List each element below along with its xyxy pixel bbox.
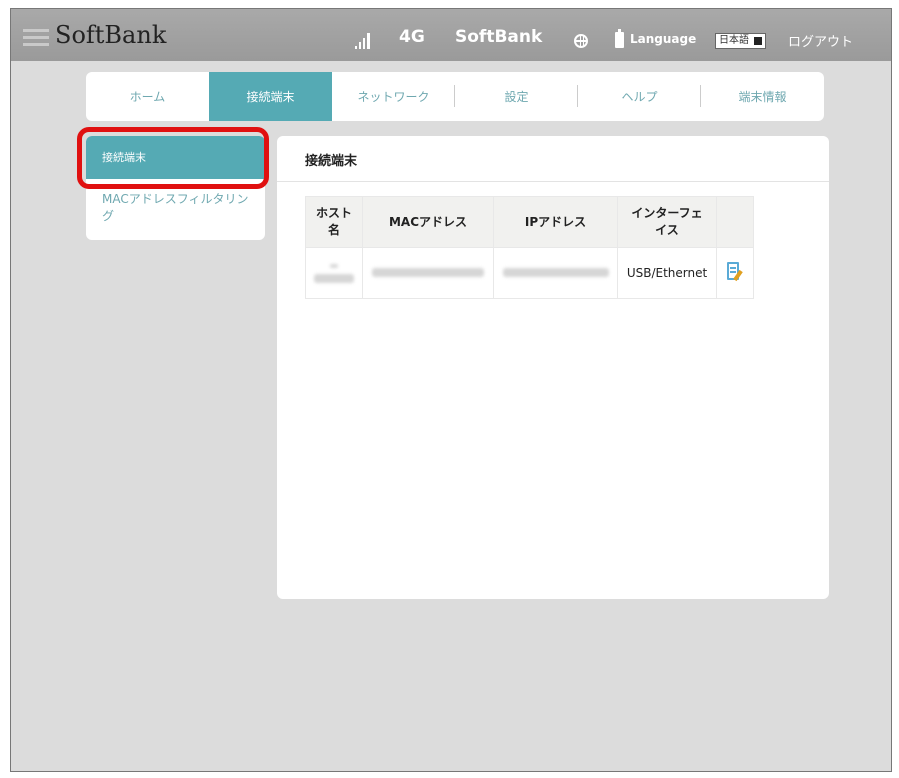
column-header-interface: インターフェイス	[617, 196, 717, 248]
tab-label: 端末情報	[738, 90, 787, 104]
devices-table: ホスト名 MACアドレス IPアドレス インターフェイス USB/Etherne…	[305, 196, 754, 299]
page-title: 接続端末	[305, 154, 358, 169]
tab-label: 接続端末	[246, 90, 295, 104]
redacted-text	[314, 273, 354, 283]
sidebar-item-mac-filtering[interactable]: MACアドレスフィルタリング	[102, 191, 252, 225]
carrier-name: SoftBank	[455, 27, 543, 47]
tab-connected-devices[interactable]: 接続端末	[209, 72, 332, 121]
logout-link[interactable]: ログアウト	[788, 31, 853, 50]
tab-settings[interactable]: 設定	[455, 72, 578, 121]
header-label: ホスト名	[316, 206, 353, 237]
browser-frame: SoftBank 4G SoftBank Language 日本語 ログアウト …	[10, 8, 892, 772]
redacted-text	[502, 268, 609, 277]
brand-logo: SoftBank	[55, 21, 167, 49]
highlight-box	[77, 127, 269, 189]
battery-icon	[615, 29, 624, 48]
content-panel: 接続端末 ホスト名 MACアドレス IPアドレス インターフェイス USB/Et…	[277, 136, 829, 599]
cell-host	[305, 247, 363, 299]
column-header-action	[716, 196, 754, 248]
redacted-text	[372, 268, 484, 277]
tab-network[interactable]: ネットワーク	[332, 72, 455, 121]
tab-label: ネットワーク	[357, 90, 430, 104]
cell-action	[716, 247, 754, 299]
header-label: インターフェイス	[631, 206, 703, 237]
globe-icon	[574, 34, 588, 48]
table-row: USB/Ethernet	[305, 247, 754, 299]
menu-icon[interactable]	[23, 29, 49, 50]
tab-label: ヘルプ	[621, 90, 658, 104]
language-label: Language	[630, 32, 697, 46]
tab-help[interactable]: ヘルプ	[578, 72, 701, 121]
edit-icon[interactable]	[727, 261, 743, 282]
cell-ip	[493, 247, 618, 299]
column-header-mac: MACアドレス	[362, 196, 494, 248]
main-tabs: ホーム 接続端末 ネットワーク 設定 ヘルプ 端末情報	[86, 72, 824, 121]
tab-label: 設定	[504, 90, 529, 104]
tab-device-info[interactable]: 端末情報	[701, 72, 824, 121]
top-bar: SoftBank 4G SoftBank Language 日本語 ログアウト	[11, 9, 891, 61]
cell-interface: USB/Ethernet	[617, 247, 717, 299]
language-select[interactable]: 日本語	[715, 33, 766, 49]
tab-label: ホーム	[129, 90, 166, 104]
table-header-row: ホスト名 MACアドレス IPアドレス インターフェイス	[305, 196, 754, 248]
column-header-host: ホスト名	[305, 196, 363, 248]
divider	[277, 181, 829, 182]
cell-mac	[362, 247, 494, 299]
column-header-ip: IPアドレス	[493, 196, 618, 248]
signal-icon	[355, 31, 370, 49]
network-type: 4G	[399, 27, 425, 47]
redacted-text	[330, 263, 338, 268]
tab-home[interactable]: ホーム	[86, 72, 209, 121]
